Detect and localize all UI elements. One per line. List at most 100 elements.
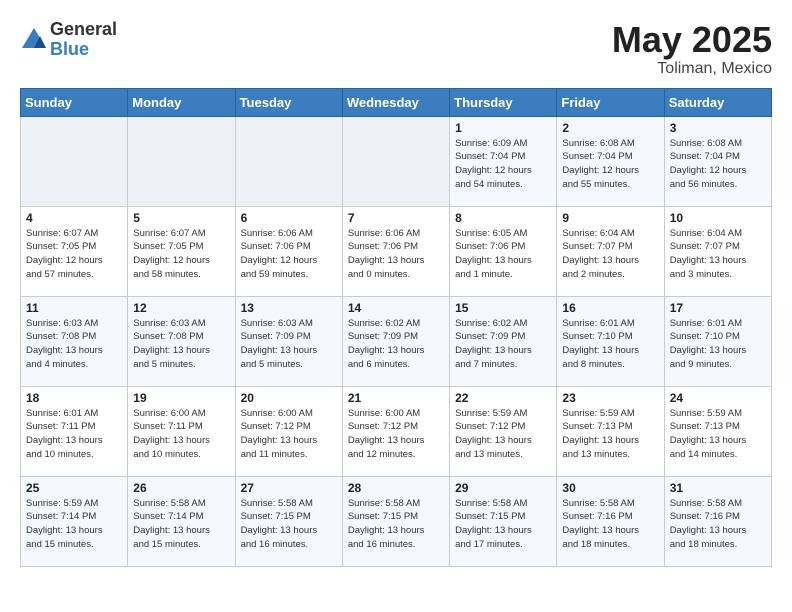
logo-general-text: General bbox=[50, 20, 117, 40]
day-cell bbox=[235, 116, 342, 206]
day-info: Sunrise: 5:59 AM Sunset: 7:14 PM Dayligh… bbox=[26, 497, 122, 552]
day-info: Sunrise: 6:01 AM Sunset: 7:10 PM Dayligh… bbox=[670, 317, 766, 372]
header-monday: Monday bbox=[128, 88, 235, 116]
logo-text: General Blue bbox=[50, 20, 117, 60]
day-cell: 29 Sunrise: 5:58 AM Sunset: 7:15 PM Dayli… bbox=[450, 476, 557, 566]
calendar-header: SundayMondayTuesdayWednesdayThursdayFrid… bbox=[21, 88, 772, 116]
header-saturday: Saturday bbox=[664, 88, 771, 116]
day-cell: 22 Sunrise: 5:59 AM Sunset: 7:12 PM Dayli… bbox=[450, 386, 557, 476]
day-number: 12 bbox=[133, 301, 229, 315]
day-cell: 13 Sunrise: 6:03 AM Sunset: 7:09 PM Dayli… bbox=[235, 296, 342, 386]
day-number: 9 bbox=[562, 211, 658, 225]
day-number: 5 bbox=[133, 211, 229, 225]
day-cell: 21Sunrise: 6:00 AM Sunset: 7:12 PM Dayli… bbox=[342, 386, 449, 476]
day-info: Sunrise: 6:03 AM Sunset: 7:08 PM Dayligh… bbox=[133, 317, 229, 372]
day-number: 4 bbox=[26, 211, 122, 225]
day-cell: 10 Sunrise: 6:04 AM Sunset: 7:07 PM Dayli… bbox=[664, 206, 771, 296]
day-info: Sunrise: 5:59 AM Sunset: 7:13 PM Dayligh… bbox=[670, 407, 766, 462]
day-cell: 31Sunrise: 5:58 AM Sunset: 7:16 PM Dayli… bbox=[664, 476, 771, 566]
day-number: 26 bbox=[133, 481, 229, 495]
day-cell: 7Sunrise: 6:06 AM Sunset: 7:06 PM Daylig… bbox=[342, 206, 449, 296]
day-info: Sunrise: 6:01 AM Sunset: 7:10 PM Dayligh… bbox=[562, 317, 658, 372]
day-info: Sunrise: 6:03 AM Sunset: 7:08 PM Dayligh… bbox=[26, 317, 122, 372]
day-cell: 5 Sunrise: 6:07 AM Sunset: 7:05 PM Daylig… bbox=[128, 206, 235, 296]
day-info: Sunrise: 6:08 AM Sunset: 7:04 PM Dayligh… bbox=[562, 137, 658, 192]
logo-icon bbox=[20, 26, 48, 54]
day-info: Sunrise: 5:58 AM Sunset: 7:14 PM Dayligh… bbox=[133, 497, 229, 552]
week-row-3: 11 Sunrise: 6:03 AM Sunset: 7:08 PM Dayli… bbox=[21, 296, 772, 386]
day-number: 20 bbox=[241, 391, 337, 405]
day-number: 17 bbox=[670, 301, 766, 315]
day-info: Sunrise: 6:09 AM Sunset: 7:04 PM Dayligh… bbox=[455, 137, 551, 192]
day-number: 18 bbox=[26, 391, 122, 405]
day-cell: 20 Sunrise: 6:00 AM Sunset: 7:12 PM Dayli… bbox=[235, 386, 342, 476]
day-info: Sunrise: 6:02 AM Sunset: 7:09 PM Dayligh… bbox=[348, 317, 444, 372]
day-cell: 14 Sunrise: 6:02 AM Sunset: 7:09 PM Dayli… bbox=[342, 296, 449, 386]
day-cell bbox=[21, 116, 128, 206]
day-number: 6 bbox=[241, 211, 337, 225]
day-cell bbox=[342, 116, 449, 206]
day-number: 27 bbox=[241, 481, 337, 495]
week-row-4: 18Sunrise: 6:01 AM Sunset: 7:11 PM Dayli… bbox=[21, 386, 772, 476]
day-cell: 12 Sunrise: 6:03 AM Sunset: 7:08 PM Dayli… bbox=[128, 296, 235, 386]
day-number: 13 bbox=[241, 301, 337, 315]
day-info: Sunrise: 5:58 AM Sunset: 7:15 PM Dayligh… bbox=[455, 497, 551, 552]
day-cell: 1 Sunrise: 6:09 AM Sunset: 7:04 PM Daylig… bbox=[450, 116, 557, 206]
day-info: Sunrise: 6:00 AM Sunset: 7:12 PM Dayligh… bbox=[241, 407, 337, 462]
day-number: 11 bbox=[26, 301, 122, 315]
day-info: Sunrise: 6:02 AM Sunset: 7:09 PM Dayligh… bbox=[455, 317, 551, 372]
week-row-5: 25 Sunrise: 5:59 AM Sunset: 7:14 PM Dayli… bbox=[21, 476, 772, 566]
day-cell: 6 Sunrise: 6:06 AM Sunset: 7:06 PM Daylig… bbox=[235, 206, 342, 296]
calendar-table: SundayMondayTuesdayWednesdayThursdayFrid… bbox=[20, 88, 772, 567]
day-number: 2 bbox=[562, 121, 658, 135]
logo: General Blue bbox=[20, 20, 117, 60]
day-info: Sunrise: 5:59 AM Sunset: 7:12 PM Dayligh… bbox=[455, 407, 551, 462]
header-sunday: Sunday bbox=[21, 88, 128, 116]
day-cell: 17 Sunrise: 6:01 AM Sunset: 7:10 PM Dayli… bbox=[664, 296, 771, 386]
day-cell: 25 Sunrise: 5:59 AM Sunset: 7:14 PM Dayli… bbox=[21, 476, 128, 566]
day-info: Sunrise: 5:59 AM Sunset: 7:13 PM Dayligh… bbox=[562, 407, 658, 462]
day-cell: 18Sunrise: 6:01 AM Sunset: 7:11 PM Dayli… bbox=[21, 386, 128, 476]
month-title: May 2025 bbox=[612, 20, 772, 60]
header-thursday: Thursday bbox=[450, 88, 557, 116]
week-row-2: 4 Sunrise: 6:07 AM Sunset: 7:05 PM Daylig… bbox=[21, 206, 772, 296]
logo-blue-text: Blue bbox=[50, 40, 117, 60]
day-number: 19 bbox=[133, 391, 229, 405]
header-friday: Friday bbox=[557, 88, 664, 116]
day-info: Sunrise: 5:58 AM Sunset: 7:15 PM Dayligh… bbox=[241, 497, 337, 552]
day-info: Sunrise: 6:04 AM Sunset: 7:07 PM Dayligh… bbox=[562, 227, 658, 282]
day-number: 10 bbox=[670, 211, 766, 225]
calendar-body: 1 Sunrise: 6:09 AM Sunset: 7:04 PM Daylig… bbox=[21, 116, 772, 566]
day-info: Sunrise: 5:58 AM Sunset: 7:15 PM Dayligh… bbox=[348, 497, 444, 552]
day-number: 25 bbox=[26, 481, 122, 495]
day-number: 30 bbox=[562, 481, 658, 495]
day-cell: 26 Sunrise: 5:58 AM Sunset: 7:14 PM Dayli… bbox=[128, 476, 235, 566]
day-cell: 2 Sunrise: 6:08 AM Sunset: 7:04 PM Daylig… bbox=[557, 116, 664, 206]
day-number: 29 bbox=[455, 481, 551, 495]
day-info: Sunrise: 6:07 AM Sunset: 7:05 PM Dayligh… bbox=[26, 227, 122, 282]
day-info: Sunrise: 6:03 AM Sunset: 7:09 PM Dayligh… bbox=[241, 317, 337, 372]
day-info: Sunrise: 6:06 AM Sunset: 7:06 PM Dayligh… bbox=[241, 227, 337, 282]
day-number: 8 bbox=[455, 211, 551, 225]
day-number: 31 bbox=[670, 481, 766, 495]
day-number: 24 bbox=[670, 391, 766, 405]
day-number: 28 bbox=[348, 481, 444, 495]
header-tuesday: Tuesday bbox=[235, 88, 342, 116]
day-number: 15 bbox=[455, 301, 551, 315]
day-cell bbox=[128, 116, 235, 206]
day-cell: 9 Sunrise: 6:04 AM Sunset: 7:07 PM Daylig… bbox=[557, 206, 664, 296]
day-info: Sunrise: 6:07 AM Sunset: 7:05 PM Dayligh… bbox=[133, 227, 229, 282]
day-number: 14 bbox=[348, 301, 444, 315]
day-info: Sunrise: 6:00 AM Sunset: 7:12 PM Dayligh… bbox=[348, 407, 444, 462]
day-number: 1 bbox=[455, 121, 551, 135]
day-info: Sunrise: 6:04 AM Sunset: 7:07 PM Dayligh… bbox=[670, 227, 766, 282]
day-info: Sunrise: 5:58 AM Sunset: 7:16 PM Dayligh… bbox=[562, 497, 658, 552]
day-cell: 15 Sunrise: 6:02 AM Sunset: 7:09 PM Dayli… bbox=[450, 296, 557, 386]
day-number: 22 bbox=[455, 391, 551, 405]
day-info: Sunrise: 6:00 AM Sunset: 7:11 PM Dayligh… bbox=[133, 407, 229, 462]
day-cell: 19 Sunrise: 6:00 AM Sunset: 7:11 PM Dayli… bbox=[128, 386, 235, 476]
day-number: 23 bbox=[562, 391, 658, 405]
day-cell: 24 Sunrise: 5:59 AM Sunset: 7:13 PM Dayli… bbox=[664, 386, 771, 476]
header-row: SundayMondayTuesdayWednesdayThursdayFrid… bbox=[21, 88, 772, 116]
day-cell: 23 Sunrise: 5:59 AM Sunset: 7:13 PM Dayli… bbox=[557, 386, 664, 476]
